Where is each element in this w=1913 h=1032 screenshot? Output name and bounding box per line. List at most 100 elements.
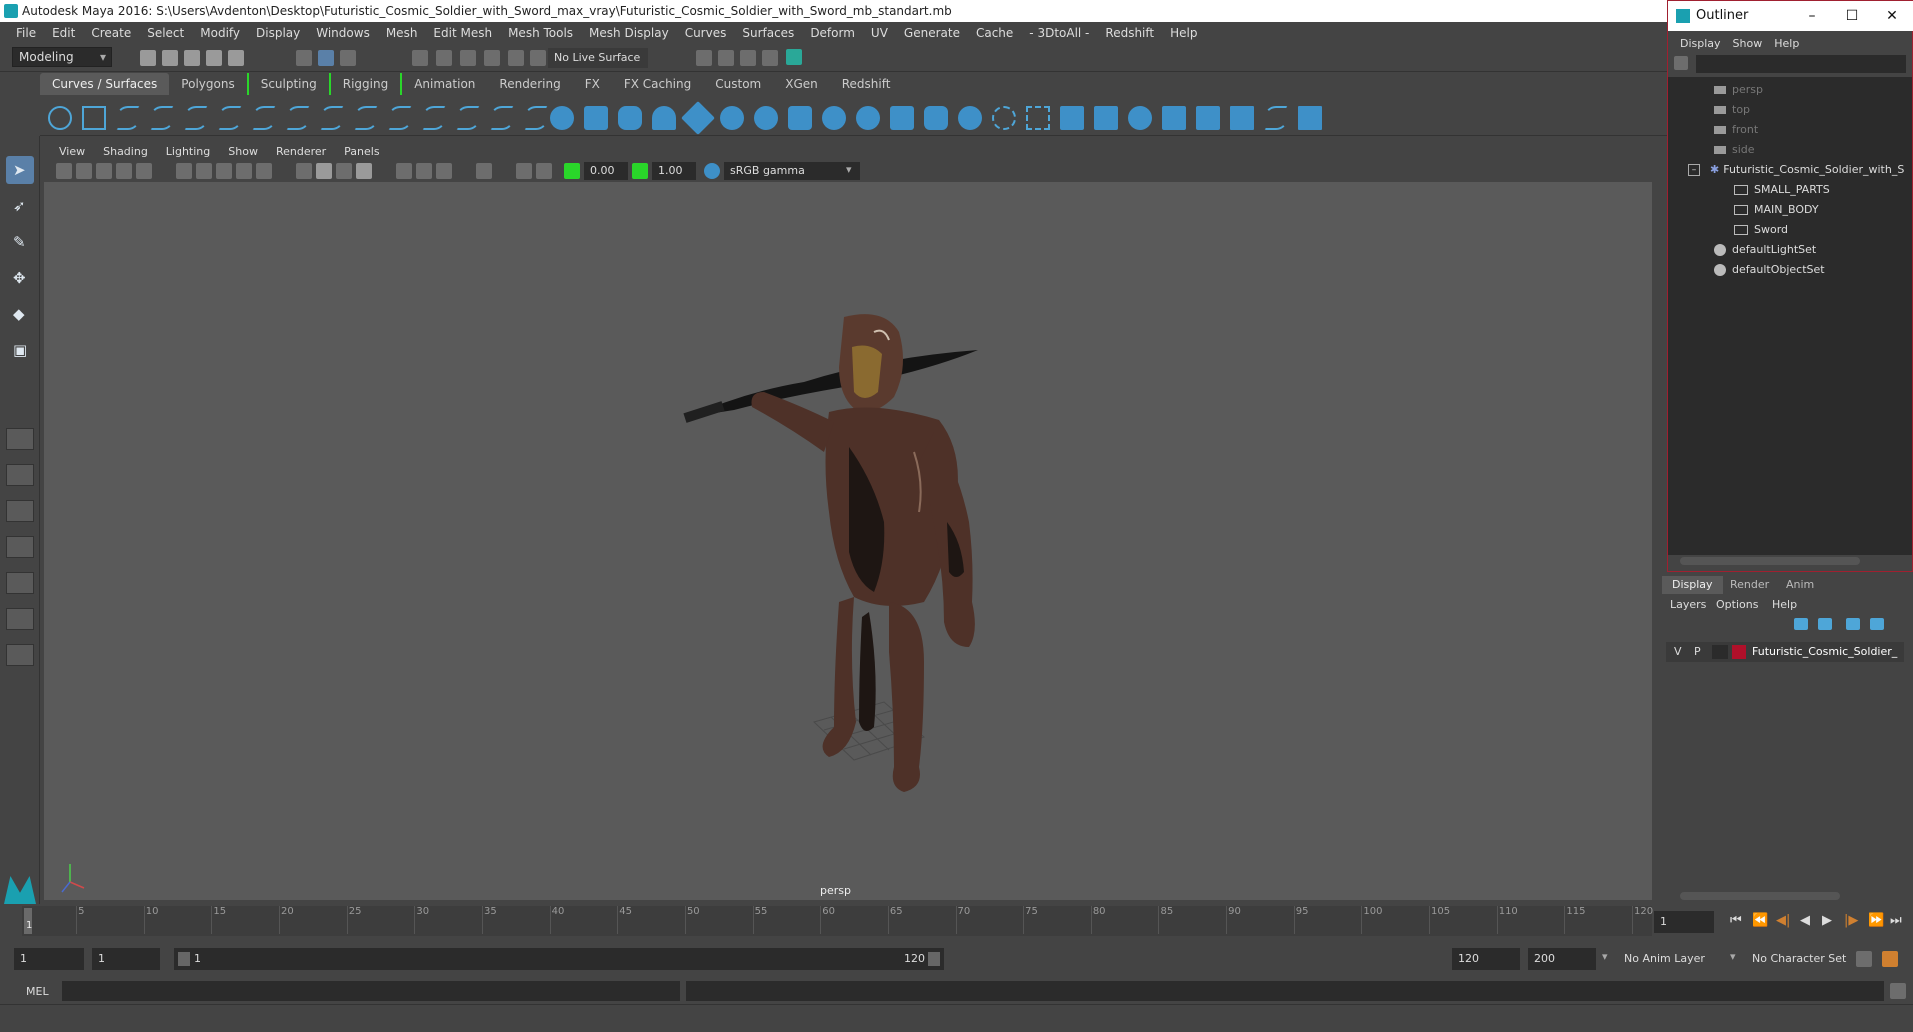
isolate-select-icon[interactable] [296,163,312,179]
snap-curve-icon[interactable] [436,50,452,66]
rebuild-surface-icon[interactable] [1298,106,1322,130]
tab-fx[interactable]: FX [573,73,612,95]
outliner-menu-display[interactable]: Display [1674,37,1727,50]
outliner-search-input[interactable] [1696,55,1906,73]
viewport-menu-view[interactable]: View [50,145,94,158]
square-surface-icon[interactable] [958,106,982,130]
backface-icon[interactable] [356,163,372,179]
rotate-tool[interactable]: ◆ [6,300,34,328]
curve-editing-icon[interactable] [490,106,514,130]
grid-icon[interactable] [136,163,152,179]
ep-curve-icon[interactable] [150,106,174,130]
single-perspective-layout-button[interactable] [6,428,34,450]
layer-color-swatch[interactable] [1732,645,1746,659]
nurbs-square-icon[interactable] [82,106,106,130]
outliner-item-side[interactable]: side [1714,141,1755,159]
render-frame-icon[interactable] [718,50,734,66]
collapse-icon[interactable]: – [1688,164,1700,176]
add-points-icon[interactable] [456,106,480,130]
tab-redshift[interactable]: Redshift [830,73,903,95]
move-layer-up-icon[interactable] [1794,618,1808,630]
auto-key-icon[interactable] [1856,951,1872,967]
range-end-handle[interactable] [928,952,940,966]
menu-mesh-display[interactable]: Mesh Display [581,26,677,40]
new-scene-icon[interactable] [140,50,156,66]
insert-knot-icon[interactable] [320,106,344,130]
time-slider[interactable]: 5 10 15 20 25 30 35 40 45 50 55 60 65 70 75 80 85 90 95 100… [22,906,1653,936]
tab-xgen[interactable]: XGen [773,73,830,95]
anim-layer-select[interactable]: No Anim Layer [1618,948,1740,970]
nurbs-torus-icon[interactable] [720,106,744,130]
loft-icon[interactable] [788,106,812,130]
intersect-surfaces-icon[interactable] [1060,106,1084,130]
resolution-gate-icon[interactable] [516,163,532,179]
shadows-icon[interactable] [256,163,272,179]
snap-grid-icon[interactable] [412,50,428,66]
step-forward-key-icon[interactable]: ⏩ [1868,913,1884,928]
menu-edit-mesh[interactable]: Edit Mesh [425,26,500,40]
detach-curves-icon[interactable] [286,106,310,130]
viewport-menu-show[interactable]: Show [219,145,267,158]
lasso-tool[interactable]: ➶ [6,192,34,220]
detach-surfaces-icon[interactable] [1230,106,1254,130]
attach-surfaces-icon[interactable] [1196,106,1220,130]
menu-display[interactable]: Display [248,26,308,40]
layer-horizontal-scrollbar[interactable] [1680,892,1840,900]
perspective-viewport[interactable] [44,182,1652,900]
boundary-icon[interactable] [924,106,948,130]
outliner-item-front[interactable]: front [1714,121,1758,139]
character-set-select[interactable]: No Character Set [1746,948,1870,970]
layer-type-toggle[interactable] [1712,645,1728,659]
pencil-curve-icon[interactable] [184,106,208,130]
bevel-plus-icon[interactable] [1026,106,1050,130]
menu-surfaces[interactable]: Surfaces [734,26,802,40]
menu-file[interactable]: File [8,26,44,40]
command-input[interactable] [62,981,680,1001]
ipr-render-icon[interactable] [740,50,756,66]
playback-end-field[interactable]: 120 [1452,948,1520,970]
playback-start-field[interactable]: 1 [92,948,160,970]
outliner-item-main-body[interactable]: MAIN_BODY [1734,201,1819,219]
outliner-layout-button[interactable] [6,644,34,666]
menu-deform[interactable]: Deform [802,26,863,40]
gate-mask-icon[interactable] [536,163,552,179]
tab-animation[interactable]: Animation [400,73,487,95]
new-layer-icon[interactable] [1846,618,1860,630]
snap-point-icon[interactable] [460,50,476,66]
menu-windows[interactable]: Windows [308,26,378,40]
persp-texture-layout-button[interactable] [6,608,34,630]
outliner-item-persp[interactable]: persp [1714,81,1763,99]
nurbs-sphere-icon[interactable] [550,106,574,130]
render-settings-icon[interactable] [696,50,712,66]
menu-select[interactable]: Select [139,26,192,40]
move-tool[interactable]: ✥ [6,264,34,292]
persp-hypershade-layout-button[interactable] [6,572,34,594]
mode-selector[interactable]: Modeling [12,47,112,67]
four-view-layout-button[interactable] [6,464,34,486]
live-surface-field[interactable]: No Live Surface [548,48,648,68]
play-backward-icon[interactable]: ◀ [1800,913,1810,928]
motion-blur-icon[interactable] [416,163,432,179]
untrim-icon[interactable] [1162,106,1186,130]
snap-view-icon[interactable] [484,50,500,66]
persp-graph-layout-button[interactable] [6,536,34,558]
play-forward-icon[interactable]: ▶ [1822,913,1832,928]
xray-joints-icon[interactable] [336,163,352,179]
menu-edit[interactable]: Edit [44,26,83,40]
render-view-icon[interactable] [762,50,778,66]
menu-modify[interactable]: Modify [192,26,248,40]
outliner-menu-show[interactable]: Show [1727,37,1769,50]
planar-icon[interactable] [822,106,846,130]
tab-render[interactable]: Render [1720,576,1779,594]
image-plane-icon[interactable] [116,163,132,179]
menu-create[interactable]: Create [83,26,139,40]
nurbs-cube-icon[interactable] [584,106,608,130]
tab-anim[interactable]: Anim [1776,576,1824,594]
select-hierarchy-icon[interactable] [296,50,312,66]
tab-rigging[interactable]: Rigging [328,73,400,95]
outliner-item-soldier-group[interactable]: – ✱ Futuristic_Cosmic_Soldier_with_S [1688,161,1904,179]
range-slider[interactable]: 1 120 [174,948,944,970]
step-forward-frame-icon[interactable]: |▶ [1844,913,1858,928]
outliner-item-top[interactable]: top [1714,101,1750,119]
layers-menu[interactable]: Layers [1670,598,1706,611]
